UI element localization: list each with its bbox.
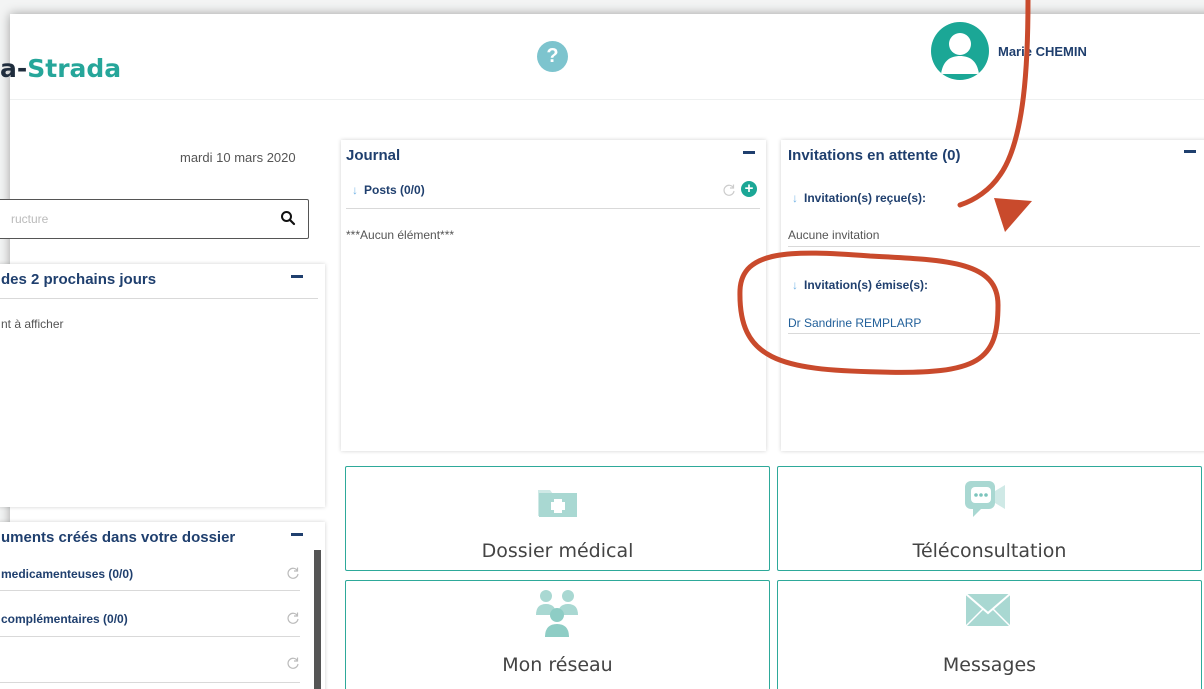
agenda-panel: des 2 prochains jours nt à afficher <box>0 264 325 507</box>
posts-label: Posts (0/0) <box>364 183 425 197</box>
documents-divider <box>0 682 300 683</box>
received-divider <box>788 246 1200 247</box>
invitations-panel: Invitations en attente (0) ↓ Invitation(s… <box>781 140 1204 451</box>
user-avatar-icon[interactable] <box>931 22 989 80</box>
top-header: a-Strada ? Marie CHEMIN <box>0 14 1204 100</box>
arrow-down-icon: ↓ <box>792 278 798 292</box>
medical-folder-icon <box>538 490 577 517</box>
documents-item-0[interactable]: medicamenteuses (0/0) <box>1 567 133 581</box>
search-placeholder: ructure <box>11 212 49 226</box>
journal-empty-text: ***Aucun élément*** <box>346 228 455 242</box>
video-chat-icon <box>965 481 1005 517</box>
refresh-icon[interactable] <box>286 566 300 580</box>
received-invitations-header[interactable]: ↓ Invitation(s) reçue(s): <box>792 191 926 205</box>
collapse-documents-button[interactable] <box>291 533 303 536</box>
search-icon[interactable] <box>280 210 296 226</box>
arrow-down-icon: ↓ <box>352 183 358 197</box>
user-name[interactable]: Marie CHEMIN <box>998 44 1087 59</box>
tile-teleconsultation[interactable]: Téléconsultation <box>777 466 1202 571</box>
tile-my-network[interactable]: Mon réseau <box>345 580 770 689</box>
tile-label: Téléconsultation <box>912 540 1067 562</box>
collapse-agenda-button[interactable] <box>291 275 303 278</box>
refresh-icon[interactable] <box>286 611 300 625</box>
current-date: mardi 10 mars 2020 <box>180 150 296 165</box>
documents-scrollbar[interactable] <box>314 550 321 689</box>
refresh-icon[interactable] <box>722 183 736 197</box>
agenda-empty-text: nt à afficher <box>1 317 64 331</box>
people-network-icon <box>536 590 578 637</box>
tile-medical-record[interactable]: Dossier médical <box>345 466 770 571</box>
documents-divider <box>0 636 300 637</box>
tile-label: Messages <box>942 654 1037 676</box>
posts-header[interactable]: ↓ Posts (0/0) <box>352 183 425 197</box>
avatar-silhouette <box>941 33 979 74</box>
tile-label: Dossier médical <box>481 540 634 562</box>
journal-panel: Journal ↓ Posts (0/0) + ***Aucun élément*… <box>341 140 766 451</box>
question-circle-icon[interactable]: ? <box>537 41 568 72</box>
received-label: Invitation(s) reçue(s): <box>804 191 927 205</box>
documents-item-1[interactable]: complémentaires (0/0) <box>1 612 128 626</box>
app-logo[interactable]: a-Strada <box>0 54 121 84</box>
search-input[interactable]: ructure <box>0 199 309 239</box>
agenda-divider <box>0 298 318 299</box>
sent-label: Invitation(s) émise(s): <box>804 278 929 292</box>
documents-panel: uments créés dans votre dossier medicame… <box>0 522 325 689</box>
logo-prefix: a- <box>0 54 28 83</box>
agenda-title: des 2 prochains jours <box>1 271 157 288</box>
add-post-icon[interactable]: + <box>741 181 757 197</box>
help-glyph: ? <box>546 45 559 67</box>
sent-invitations-header[interactable]: ↓ Invitation(s) émise(s): <box>792 278 928 292</box>
documents-divider <box>0 590 300 591</box>
received-empty-text: Aucune invitation <box>788 228 880 242</box>
documents-title: uments créés dans votre dossier <box>1 529 236 546</box>
invitations-title: Invitations en attente (0) <box>788 147 961 164</box>
envelope-icon <box>965 593 1011 627</box>
collapse-journal-button[interactable] <box>743 151 755 154</box>
sent-divider <box>788 333 1200 334</box>
arrow-down-icon: ↓ <box>792 191 798 205</box>
logo-accent: Strada <box>27 54 122 83</box>
app-page: a-Strada ? Marie CHEMIN mardi 10 mars 20… <box>0 14 1204 689</box>
tile-label: Mon réseau <box>502 654 613 676</box>
tile-messages[interactable]: Messages <box>777 580 1202 689</box>
collapse-invitations-button[interactable] <box>1184 150 1196 153</box>
journal-title: Journal <box>346 147 401 164</box>
sent-invitation-item[interactable]: Dr Sandrine REMPLARP <box>788 316 921 330</box>
refresh-icon[interactable] <box>286 656 300 670</box>
journal-divider <box>346 208 760 209</box>
